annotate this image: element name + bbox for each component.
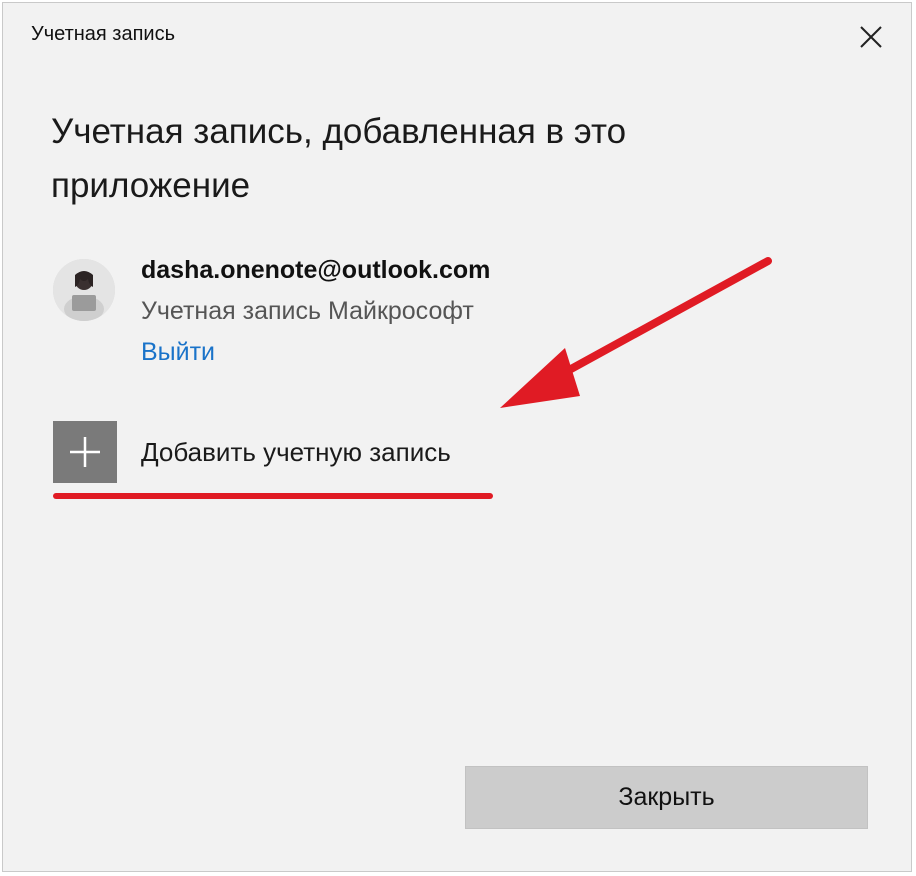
account-type: Учетная запись Майкрософт <box>141 297 474 325</box>
account-dialog: Учетная запись Учетная запись, добавленн… <box>2 2 912 872</box>
plus-icon <box>53 421 117 483</box>
close-icon[interactable] <box>851 17 891 57</box>
page-title: Учетная запись, добавленная в это прилож… <box>51 112 627 205</box>
sign-out-link[interactable]: Выйти <box>141 338 215 367</box>
account-email: dasha.onenote@outlook.com <box>141 256 491 284</box>
add-account-button[interactable]: Добавить учетную запись <box>53 421 513 485</box>
window-title: Учетная запись <box>31 23 176 45</box>
close-button[interactable]: Закрыть <box>465 766 868 829</box>
user-avatar <box>53 259 115 321</box>
add-account-label: Добавить учетную запись <box>141 437 451 467</box>
